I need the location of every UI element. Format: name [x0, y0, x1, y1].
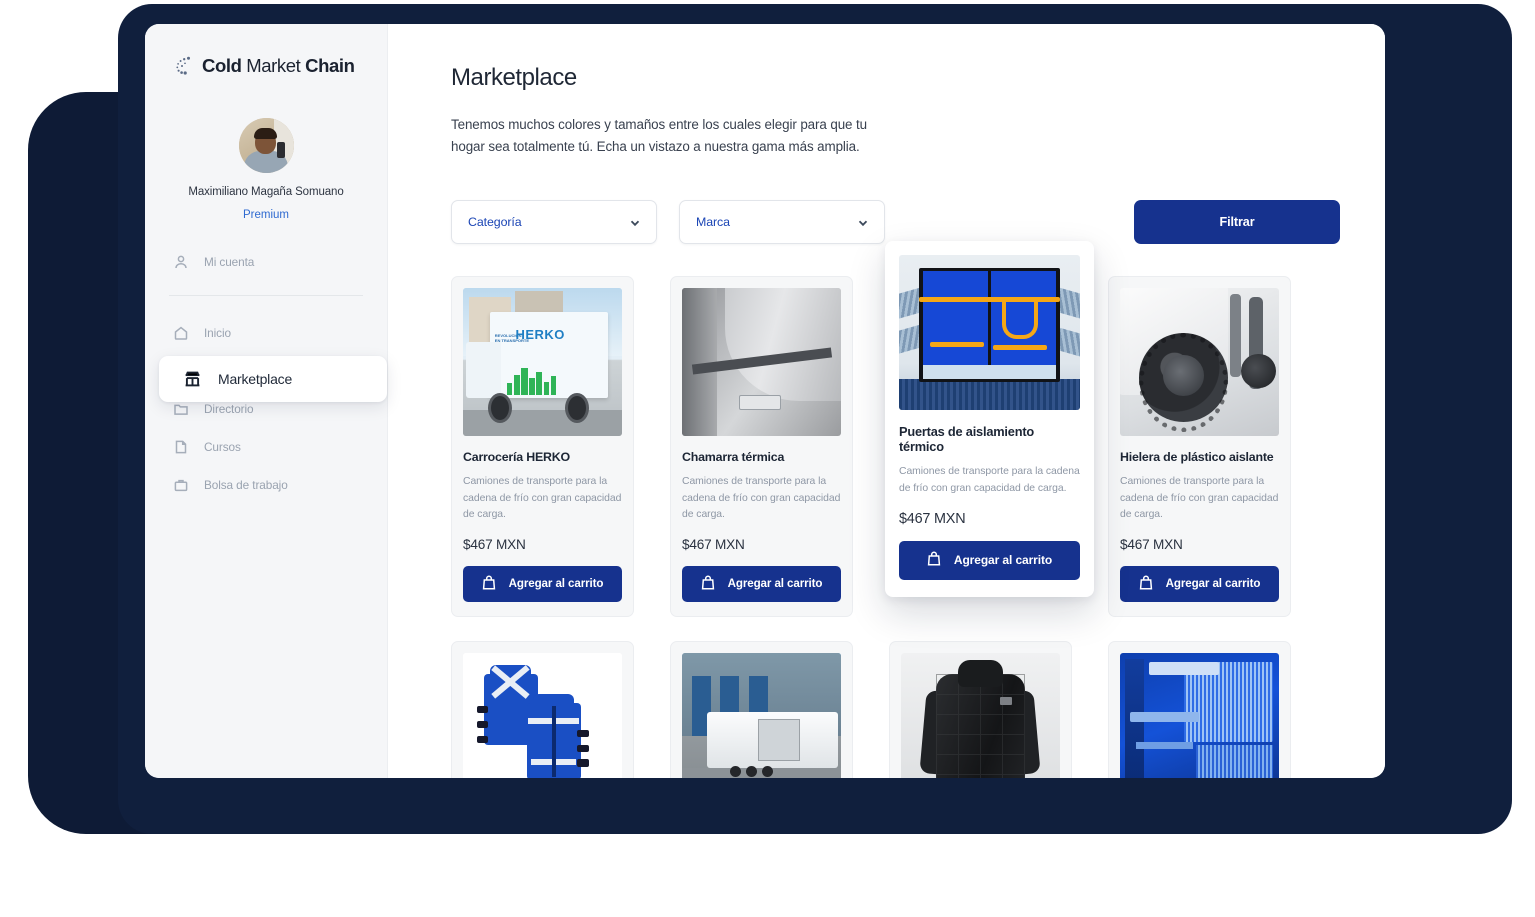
cooler-wheels-image	[1120, 288, 1279, 437]
shopping-bag-icon	[1139, 575, 1153, 593]
product-image	[901, 652, 1060, 778]
product-image	[682, 652, 841, 778]
product-card[interactable]	[1108, 640, 1291, 778]
sidebar-item-label: Mi cuenta	[204, 255, 255, 269]
product-description: Camiones de transporte para la cadena de…	[463, 476, 622, 520]
product-image: REVOLUCIÓN EN TRANSPORTE HERKO	[463, 288, 622, 437]
brand-select[interactable]: Marca	[679, 200, 885, 245]
briefcase-icon	[173, 477, 189, 493]
product-price: $467 MXN	[1120, 536, 1183, 552]
sidebar-item-label: Bolsa de trabajo	[204, 478, 288, 492]
product-card[interactable]: Chamarra térmica Camiones de transporte …	[670, 276, 853, 617]
brand-cold: Cold	[202, 55, 242, 76]
product-title: Hielera de plástico aislante	[1120, 450, 1274, 465]
product-price: $467 MXN	[682, 536, 745, 552]
user-plan-badge[interactable]: Premium	[145, 209, 387, 221]
product-image	[682, 288, 841, 437]
blue-condenser-image	[1120, 652, 1279, 778]
home-icon	[173, 325, 189, 341]
sidebar-item-label: Marketplace	[218, 371, 293, 387]
screenshot-stage: Cold Market Chain Maximiliano Magaña Som…	[0, 0, 1535, 917]
product-price: $467 MXN	[899, 510, 966, 527]
product-card[interactable]: REVOLUCIÓNEN TRANSPORTE HERKO Carrocerí	[451, 276, 634, 617]
chevron-down-icon	[629, 216, 641, 228]
safety-vest-image	[463, 652, 622, 778]
main-content: Marketplace Tenemos muchos colores y tam…	[388, 24, 1385, 778]
filter-button[interactable]: Filtrar	[1134, 200, 1340, 245]
shopping-bag-icon	[482, 575, 496, 593]
account-nav: Mi cuenta	[145, 245, 387, 279]
product-description: Camiones de transporte para la cadena de…	[899, 466, 1080, 494]
brand-market: Market	[246, 55, 301, 76]
product-card[interactable]	[889, 640, 1072, 778]
sidebar-item-label: Cursos	[204, 440, 241, 454]
add-to-cart-button[interactable]: Agregar al carrito	[1120, 565, 1279, 602]
product-price: $467 MXN	[463, 536, 526, 552]
product-image	[1120, 652, 1279, 778]
user-name: Maximiliano Magaña Somuano	[188, 186, 344, 198]
add-to-cart-label: Agregar al carrito	[727, 577, 823, 591]
product-card-hovered[interactable]: Puertas de aislamiento térmico Camiones …	[885, 241, 1094, 597]
sidebar-item-label: Inicio	[204, 326, 231, 340]
page-subtitle: Tenemos muchos colores y tamaños entre l…	[451, 117, 867, 154]
chevron-down-icon	[857, 216, 869, 228]
add-to-cart-label: Agregar al carrito	[1165, 577, 1261, 591]
page-title: Marketplace	[451, 64, 577, 91]
product-card[interactable]	[451, 640, 634, 778]
add-to-cart-button[interactable]: Agregar al carrito	[899, 540, 1080, 580]
truck-herko-image: REVOLUCIÓN EN TRANSPORTE HERKO	[463, 288, 622, 437]
shopping-bag-icon	[927, 551, 941, 569]
avatar-hair	[254, 128, 277, 139]
product-image	[899, 255, 1080, 411]
thermal-curtain-image	[682, 288, 841, 437]
add-to-cart-label: Agregar al carrito	[508, 577, 604, 591]
product-title: Puertas de aislamiento térmico	[899, 424, 1034, 455]
person-icon	[173, 254, 189, 270]
avatar-phone	[276, 142, 285, 158]
avatar[interactable]	[238, 118, 294, 173]
product-image	[463, 652, 622, 778]
brand-select-label: Marca	[696, 215, 730, 230]
sidebar-item-marketplace[interactable]: Marketplace	[159, 356, 387, 402]
brand-logo[interactable]: Cold Market Chain	[145, 46, 387, 86]
black-jacket-image	[901, 652, 1060, 778]
sidebar-item-label: Directorio	[204, 402, 254, 416]
product-title: Chamarra térmica	[682, 450, 785, 465]
add-to-cart-button[interactable]: Agregar al carrito	[682, 565, 841, 602]
brand-name: Cold Market Chain	[202, 55, 355, 77]
snowflake-dots-icon	[173, 55, 195, 77]
refrigerated-trailer-image	[682, 652, 841, 778]
product-card[interactable]	[670, 640, 853, 778]
product-grid: REVOLUCIÓNEN TRANSPORTE HERKO Carrocerí	[451, 241, 1385, 778]
main-nav: Inicio Directorio Cursos Bolsa de trabaj…	[145, 314, 387, 504]
product-description: Camiones de transporte para la cadena de…	[682, 476, 841, 520]
add-to-cart-label: Agregar al carrito	[953, 553, 1053, 568]
sidebar-divider	[169, 295, 363, 296]
sidebar-item-inicio[interactable]: Inicio	[145, 314, 387, 352]
sidebar-item-bolsa-de-trabajo[interactable]: Bolsa de trabajo	[145, 466, 387, 504]
avatar-container	[145, 118, 387, 173]
product-image	[1120, 288, 1279, 437]
product-description: Camiones de transporte para la cadena de…	[1120, 476, 1279, 520]
add-to-cart-button[interactable]: Agregar al carrito	[463, 565, 622, 602]
category-select-label: Categoría	[468, 215, 522, 230]
sidebar-item-mi-cuenta[interactable]: Mi cuenta	[145, 245, 387, 279]
product-title: Carrocería HERKO	[463, 450, 570, 465]
category-select[interactable]: Categoría	[451, 200, 657, 245]
store-icon	[183, 370, 202, 389]
app-window: Cold Market Chain Maximiliano Magaña Som…	[145, 24, 1385, 778]
book-icon	[173, 439, 189, 455]
shopping-bag-icon	[701, 575, 715, 593]
sidebar-item-cursos[interactable]: Cursos	[145, 428, 387, 466]
brand-chain: Chain	[305, 55, 355, 76]
insulation-doors-image	[899, 255, 1080, 411]
product-card[interactable]: Hielera de plástico aislante Camiones de…	[1108, 276, 1291, 617]
filter-bar: Categoría Marca Filtrar	[451, 200, 1385, 245]
folder-icon	[173, 401, 189, 417]
sidebar: Cold Market Chain Maximiliano Magaña Som…	[145, 24, 388, 778]
